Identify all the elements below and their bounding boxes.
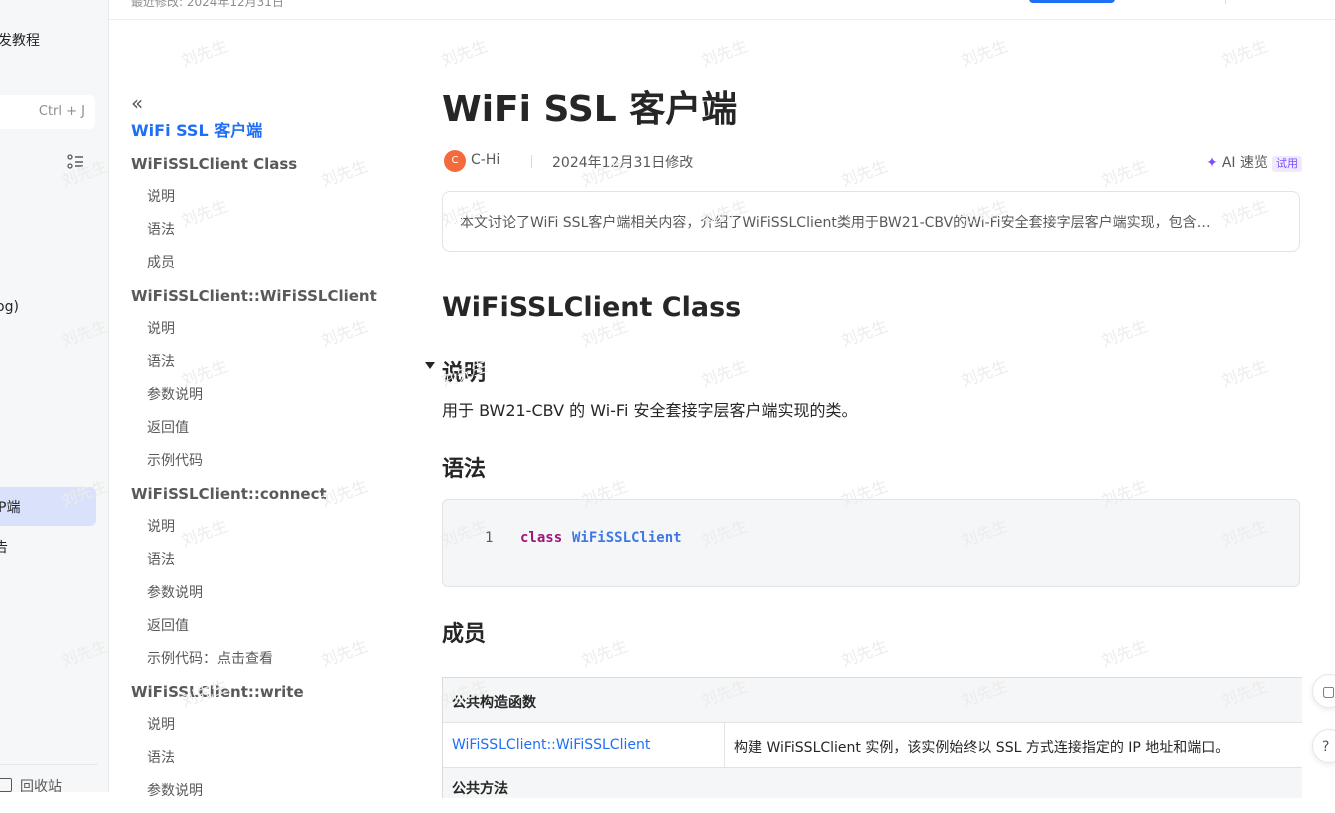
ai-summary-box[interactable]: 本文讨论了WiFi SSL客户端相关内容，介绍了WiFiSSLClient类用于… — [442, 191, 1300, 252]
section-heading: 成员 — [442, 622, 487, 647]
member-description: 构建 WiFiSSLClient 实例，该实例始终以 SSL 方式连接指定的 I… — [734, 740, 1230, 756]
watermark: 刘先生 — [1098, 636, 1151, 671]
watermark: 刘先生 — [1218, 36, 1271, 71]
table-header-row: 公共方法 — [442, 768, 1302, 798]
sidebar-divider — [0, 764, 98, 765]
collapse-caret-icon[interactable] — [425, 362, 435, 369]
members-table: 公共构造函数 WiFiSSLClient::WiFiSSLClient 构建 W… — [442, 677, 1302, 798]
outline-item[interactable]: 语法 — [131, 549, 401, 582]
outline-item[interactable]: 参数说明 — [131, 582, 401, 615]
sidebar-item-active[interactable]: P端 — [0, 487, 96, 526]
app-sidebar: 发教程 Ctrl + J og) t P端 告 回收站 — [0, 0, 109, 792]
table-row: WiFiSSLClient::WiFiSSLClient 构建 WiFiSSLC… — [442, 723, 1302, 768]
search-input[interactable]: Ctrl + J — [0, 95, 95, 129]
outline-item[interactable]: 示例代码 — [131, 450, 401, 483]
outline-panel: « WiFi SSL 客户端 WiFiSSLClient Class 说明 语法 成员 W… — [131, 92, 401, 813]
sidebar-item-partial[interactable]: 告 — [0, 537, 8, 557]
trash-link[interactable]: 回收站 — [0, 776, 62, 792]
outline-item[interactable]: 成员 — [131, 252, 401, 285]
author-name[interactable]: C-Hi — [471, 152, 500, 168]
share-button[interactable] — [1029, 0, 1115, 3]
trial-badge: 试用 — [1272, 156, 1302, 172]
section-heading: WiFiSSLClient Class — [442, 292, 742, 323]
sparkle-icon: ✦ — [1206, 155, 1218, 171]
paragraph: 用于 BW21-CBV 的 Wi-Fi 安全套接字层客户端实现的类。 — [442, 401, 858, 420]
search-shortcut: Ctrl + J — [38, 104, 85, 119]
ai-label: AI 速览 — [1221, 155, 1268, 171]
outline-item[interactable]: 参数说明 — [131, 780, 401, 813]
ai-summary-button[interactable]: ✦ AI 速览 试用 — [1206, 152, 1302, 172]
watermark: 刘先生 — [438, 36, 491, 71]
list-icon[interactable] — [66, 152, 86, 172]
help-button[interactable]: ? — [1312, 729, 1335, 763]
watermark: 刘先生 — [1218, 356, 1271, 391]
meta-divider — [531, 155, 532, 168]
trash-icon — [0, 778, 12, 792]
watermark: 刘先生 — [958, 356, 1011, 391]
watermark: 刘先生 — [838, 636, 891, 671]
code-block[interactable]: 1 class WiFiSSLClient — [442, 499, 1300, 587]
outline-item[interactable]: WiFiSSLClient Class — [131, 153, 401, 186]
line-number: 1 — [485, 530, 494, 546]
outline-item-current[interactable]: WiFi SSL 客户端 — [131, 120, 401, 153]
trash-label: 回收站 — [20, 779, 62, 792]
watermark: 刘先生 — [698, 36, 751, 71]
outline-list: WiFi SSL 客户端 WiFiSSLClient Class 说明 语法 成员 WiF… — [131, 120, 401, 813]
comment-icon: ▢ — [1322, 684, 1335, 700]
outline-item[interactable]: 参数说明 — [131, 384, 401, 417]
outline-item[interactable]: 说明 — [131, 186, 401, 219]
collapse-outline-icon[interactable]: « — [131, 92, 401, 114]
cell-divider — [724, 723, 725, 767]
doc-meta: C C-Hi 2024年12月31日修改 ✦ AI 速览 试用 — [444, 150, 1302, 172]
code-keyword: class — [520, 530, 563, 546]
watermark: 刘先生 — [178, 36, 231, 71]
watermark: 刘先生 — [578, 636, 631, 671]
outline-item[interactable]: 说明 — [131, 516, 401, 549]
watermark: 刘先生 — [838, 316, 891, 351]
sidebar-item-label: P端 — [0, 500, 21, 516]
outline-item[interactable]: 语法 — [131, 351, 401, 384]
table-header-row: 公共构造函数 — [442, 678, 1302, 723]
help-icon: ? — [1322, 739, 1330, 755]
outline-item[interactable]: 返回值 — [131, 417, 401, 450]
header-divider — [1225, 0, 1226, 4]
table-header: 公共方法 — [452, 781, 508, 797]
avatar[interactable]: C — [444, 150, 466, 172]
book-title[interactable]: 发教程 — [0, 30, 40, 50]
outline-item[interactable]: 语法 — [131, 219, 401, 252]
page-title: WiFi SSL 客户端 — [442, 89, 738, 130]
section-heading: 说明 — [442, 361, 487, 386]
watermark: 刘先生 — [958, 36, 1011, 71]
outline-item[interactable]: WiFiSSLClient::write — [131, 681, 401, 714]
section-heading: 语法 — [442, 457, 487, 482]
modified-date: 2024年12月31日修改 — [552, 155, 694, 171]
last-modified: 最近修改: 2024年12月31日 — [131, 0, 284, 9]
outline-item[interactable]: 返回值 — [131, 615, 401, 648]
outline-item[interactable]: 说明 — [131, 318, 401, 351]
watermark: 刘先生 — [1098, 316, 1151, 351]
doc-header: 最近修改: 2024年12月31日 — [109, 0, 1335, 20]
outline-item[interactable]: 示例代码：点击查看 — [131, 648, 401, 681]
outline-item[interactable]: 语法 — [131, 747, 401, 780]
feedback-button[interactable]: ▢ — [1312, 674, 1335, 708]
outline-item[interactable]: 说明 — [131, 714, 401, 747]
member-link[interactable]: WiFiSSLClient::WiFiSSLClient — [452, 737, 650, 753]
outline-item[interactable]: WiFiSSLClient::WiFiSSLClient — [131, 285, 401, 318]
table-header: 公共构造函数 — [452, 695, 536, 711]
watermark: 刘先生 — [698, 356, 751, 391]
code-class-name: WiFiSSLClient — [572, 530, 682, 546]
outline-item[interactable]: WiFiSSLClient::connect — [131, 483, 401, 516]
sidebar-item-partial[interactable]: og) — [0, 299, 19, 315]
